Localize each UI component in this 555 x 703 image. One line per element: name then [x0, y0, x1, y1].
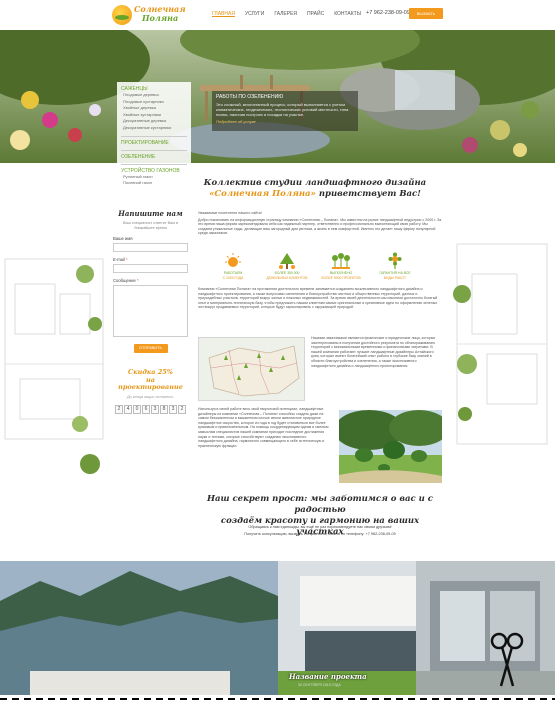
scissors-icon [490, 632, 524, 687]
intro-text: Уважаемые посетители нашего сайта! Добро… [198, 211, 442, 236]
hero-box-desc: Это сложный, многоэтапный процесс, котор… [216, 102, 349, 117]
menu-item[interactable]: Декоративные деревья [121, 118, 187, 125]
blueprint-decoration-right [447, 164, 555, 559]
counter-digit: 3 [151, 404, 159, 414]
contact-form: Напишите нам Ваш специалист ответит Вам … [113, 209, 188, 414]
welcome-title-brand: «Солнечная Поляна» [209, 189, 316, 199]
menu-lawns[interactable]: Устройство газонов [121, 163, 187, 174]
hero-box-title: Работы по озеленению [216, 94, 284, 100]
feature-label: довольных клиентов [266, 276, 308, 280]
countdown-counter: 2 4 0 6 3 8 3 2 [113, 404, 188, 414]
form-heading: Напишите нам [118, 209, 183, 218]
secret-line1: Наш секрет прост: мы заботимся о вас и с… [207, 494, 433, 515]
welcome-title: Коллектив студии ландшафтного дизайна «С… [190, 178, 440, 200]
logo-text: Солнечная Поляна [134, 5, 186, 23]
feature-label: Гарантия на все [379, 271, 411, 275]
menu-item[interactable]: Хвойные кустарники [121, 112, 187, 119]
nav-services[interactable]: Услуги [245, 11, 264, 17]
feature-label: Выполнено [329, 271, 353, 275]
required-mark: * [136, 278, 139, 283]
closing-line1: Обращаясь к нам единожды, вы ещё не раз … [248, 525, 392, 529]
form-subtext: Ваш специалист ответит Вам в ближайшее в… [123, 221, 178, 230]
counter-digit: 2 [115, 404, 123, 414]
hero-more-link[interactable]: Подробнее об услуге [216, 119, 354, 124]
services-side-menu: Саженцы Плодовые деревья Плодовые кустар… [117, 82, 191, 190]
logo[interactable]: Солнечная Поляна [112, 4, 192, 26]
email-label: E-mail * [113, 257, 188, 262]
nav-gallery[interactable]: Галерея [274, 11, 297, 17]
message-label: Сообщение * [113, 278, 188, 283]
counter-digit: 6 [142, 404, 150, 414]
menu-item[interactable]: Плодовые кустарники [121, 99, 187, 106]
send-button[interactable]: Отправить [133, 344, 168, 353]
header-phone[interactable]: +7 962-238-09-09 [366, 10, 410, 16]
counter-digit: 2 [178, 404, 186, 414]
feature-label: с 2000 года [222, 276, 244, 280]
plants-icon [330, 252, 352, 270]
feature-label: Работаем [223, 271, 243, 275]
menu-item[interactable]: Рулонный газон [121, 174, 187, 181]
nav-home[interactable]: Главная [212, 11, 235, 17]
nav-contacts[interactable]: Контакты [334, 11, 361, 17]
nav-price[interactable]: Прайс [307, 11, 324, 17]
closing-text: Обращаясь к нам единожды, вы ещё не раз … [196, 524, 444, 538]
menu-design[interactable]: Проектирование [121, 135, 187, 146]
promo-line2: на проектирование [118, 375, 183, 391]
email-input[interactable] [113, 264, 188, 273]
welcome-title-part2: приветствует Вас! [318, 189, 421, 199]
intro-paragraph: Добро пожаловать на информационную стран… [198, 217, 442, 236]
message-label-text: Сообщение [113, 278, 136, 283]
logo-line2: Поляна [142, 13, 179, 23]
clients-paragraph: Нашими заказчиками являются физические и… [311, 336, 436, 368]
cut-line-border [0, 695, 555, 703]
feature-guarantee: Гарантия на все виды работ [372, 252, 418, 280]
main-nav: Главная Услуги Галерея Прайс Контакты [212, 11, 361, 17]
creative-paragraph: Используя в своей работе весь свой творч… [198, 407, 329, 448]
sun-logo-icon [112, 5, 132, 25]
menu-item[interactable]: Посевной газон [121, 180, 187, 187]
project-date: 30 Сентября 2015 года [298, 683, 341, 687]
garden-photo [339, 410, 442, 483]
feature-projects: Выполнено более 5000 проектов [318, 252, 364, 280]
menu-greening[interactable]: Озеленение [121, 149, 187, 160]
site-header: Солнечная Поляна Главная Услуги Галерея … [0, 0, 555, 30]
welcome-title-part1: Коллектив студии ландшафтного дизайна [203, 178, 427, 188]
map-image [199, 338, 304, 400]
hero-info-box: Работы по озеленению Это сложный, многоэ… [212, 91, 358, 131]
feature-label: более 5000 проектов [321, 276, 361, 280]
menu-item[interactable]: Декоративные кустарники [121, 125, 187, 132]
projects-gallery: Название проекта 30 Сентября 2015 года [0, 561, 555, 703]
promo-countdown-label: До конца акции осталось: [127, 394, 174, 399]
message-textarea[interactable] [113, 285, 188, 337]
menu-item[interactable]: Плодовые деревья [121, 92, 187, 99]
blueprint-decoration-left [0, 164, 108, 559]
sun-icon [222, 252, 244, 270]
feature-clients: Более 350 000 довольных клиентов [264, 252, 310, 280]
email-label-text: E-mail [113, 257, 125, 262]
feature-since-2000: Работаем с 2000 года [210, 252, 256, 280]
region-map[interactable] [198, 337, 305, 401]
call-expert-button[interactable]: Вызвать эксперта [409, 8, 443, 27]
discount-promo: Скидка 25% на проектирование [113, 368, 188, 392]
project-title[interactable]: Название проекта [289, 672, 367, 681]
gallery-images [0, 561, 555, 703]
feature-label: виды работ [383, 276, 407, 280]
flower-icon [384, 252, 406, 270]
greeting: Уважаемые посетители нашего сайта! [198, 211, 262, 215]
company-paragraph: Компания «Солнечная Поляна» на протяжени… [198, 287, 438, 310]
required-mark: * [126, 257, 128, 262]
name-input[interactable] [113, 243, 188, 252]
name-label: Ваше имя [113, 236, 133, 241]
counter-digit: 0 [133, 404, 141, 414]
counter-digit: 8 [160, 404, 168, 414]
topiary-garden-image [339, 410, 442, 483]
menu-item[interactable]: Хвойные деревья [121, 105, 187, 112]
tree-icon [276, 252, 298, 270]
feature-label: Более 350 000 [274, 271, 300, 275]
counter-digit: 3 [169, 404, 177, 414]
closing-line2: Получить консультацию, вызвать специалис… [244, 532, 396, 536]
counter-digit: 4 [124, 404, 132, 414]
